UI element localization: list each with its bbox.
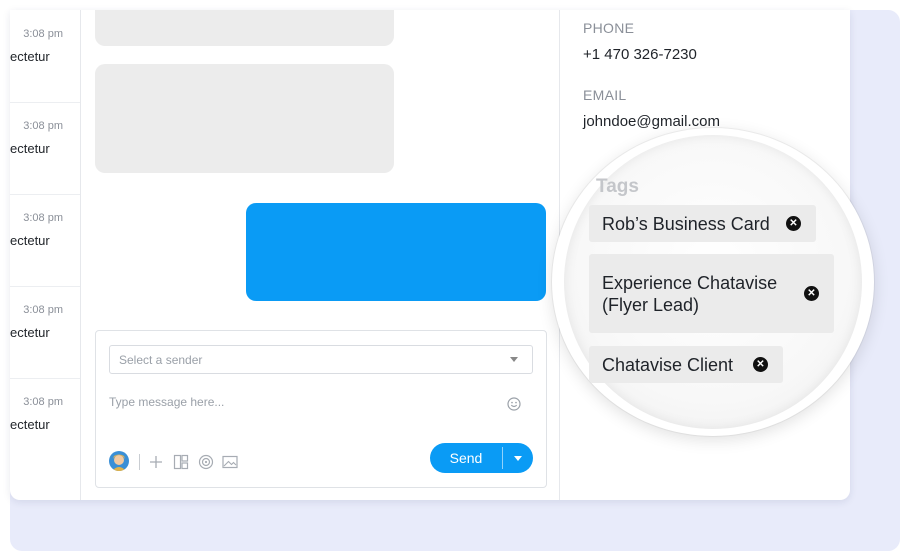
remove-tag-icon[interactable]: ✕ bbox=[786, 216, 801, 231]
sender-select-placeholder: Select a sender bbox=[119, 353, 203, 367]
template-icon[interactable] bbox=[172, 453, 190, 471]
tags-heading: Tags bbox=[596, 176, 639, 197]
chevron-down-icon bbox=[510, 357, 518, 362]
target-icon[interactable] bbox=[197, 453, 215, 471]
emoji-icon[interactable] bbox=[507, 397, 521, 411]
chat-thread: Select a sender Type message here... Sen… bbox=[81, 10, 560, 500]
plus-icon[interactable] bbox=[147, 453, 165, 471]
image-icon[interactable] bbox=[221, 453, 239, 471]
phone-value: +1 470 326-7230 bbox=[583, 46, 697, 63]
avatar[interactable] bbox=[109, 451, 129, 471]
conversation-list: 3:08 pm ectetur 3:08 pm ectetur 3:08 pm … bbox=[10, 10, 81, 500]
conversation-preview: ectetur bbox=[10, 233, 50, 248]
incoming-message-bubble bbox=[95, 64, 394, 173]
send-button-group: Send bbox=[430, 443, 533, 473]
conversation-time: 3:08 pm bbox=[23, 120, 63, 132]
conversation-preview: ectetur bbox=[10, 325, 50, 340]
conversation-item[interactable]: 3:08 pm ectetur bbox=[10, 286, 80, 379]
conversation-item[interactable]: 3:08 pm ectetur bbox=[10, 378, 80, 470]
incoming-message-bubble bbox=[95, 10, 394, 46]
toolbar-divider bbox=[139, 454, 140, 470]
composer-toolbar bbox=[109, 451, 309, 473]
email-value: johndoe@gmail.com bbox=[583, 113, 720, 130]
conversation-item[interactable]: 3:08 pm ectetur bbox=[10, 102, 80, 195]
conversation-preview: ectetur bbox=[10, 417, 50, 432]
email-label: EMAIL bbox=[583, 87, 627, 103]
tag-label: Rob’s Business Card bbox=[602, 214, 770, 234]
chevron-down-icon bbox=[514, 456, 522, 461]
conversation-item[interactable]: 3:08 pm ectetur bbox=[10, 10, 80, 103]
tag-chip: Chatavise Client ✕ bbox=[589, 346, 783, 383]
remove-tag-icon[interactable]: ✕ bbox=[753, 357, 768, 372]
message-input[interactable]: Type message here... bbox=[109, 395, 224, 409]
send-button[interactable]: Send bbox=[430, 443, 502, 473]
tag-label: Experience Chatavise (Flyer Lead) bbox=[602, 273, 778, 315]
conversation-time: 3:08 pm bbox=[23, 28, 63, 40]
conversation-item[interactable]: 3:08 pm ectetur bbox=[10, 194, 80, 287]
tag-chip: Experience Chatavise (Flyer Lead) ✕ bbox=[589, 254, 834, 333]
tag-label: Chatavise Client bbox=[602, 355, 734, 375]
send-options-button[interactable] bbox=[503, 443, 533, 473]
conversation-time: 3:08 pm bbox=[23, 304, 63, 316]
outgoing-message-bubble bbox=[246, 203, 546, 301]
message-composer: Select a sender Type message here... Sen… bbox=[95, 330, 547, 488]
phone-label: PHONE bbox=[583, 20, 635, 36]
remove-tag-icon[interactable]: ✕ bbox=[804, 286, 819, 301]
conversation-time: 3:08 pm bbox=[23, 212, 63, 224]
conversation-preview: ectetur bbox=[10, 141, 50, 156]
conversation-preview: ectetur bbox=[10, 49, 50, 64]
conversation-time: 3:08 pm bbox=[23, 396, 63, 408]
tag-chip: Rob’s Business Card ✕ bbox=[589, 205, 816, 242]
tags-magnifier: Tags Rob’s Business Card ✕ Experience Ch… bbox=[552, 128, 874, 436]
sender-select[interactable]: Select a sender bbox=[109, 345, 533, 374]
